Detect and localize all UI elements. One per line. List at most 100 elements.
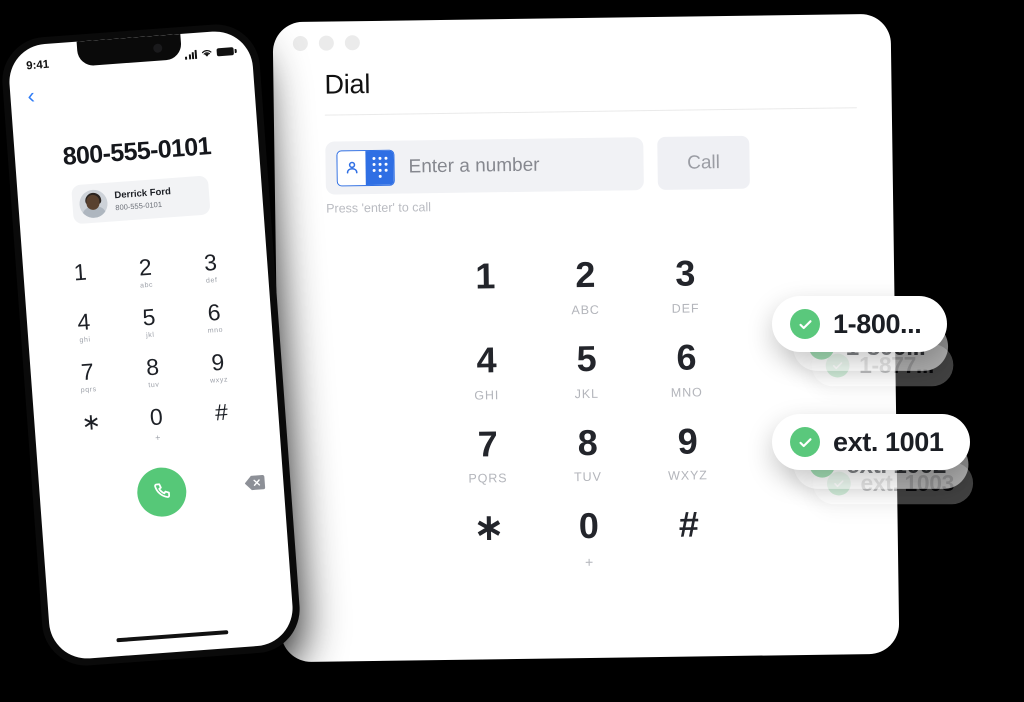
phone-key-6[interactable]: 6 mno [181,298,249,339]
avatar [77,188,108,219]
keypad-key-8[interactable]: 8 TUV [537,421,638,485]
key-digit: 1 [475,255,496,297]
keypad-key-star[interactable]: ∗ [438,506,539,570]
notification-pill-stack-numbers: 1-877... 1-800... 1-800... [772,296,1022,416]
key-digit: 3 [675,252,696,294]
key-letters: ABC [571,302,600,317]
notification-pill-label: 1-800... [833,308,922,339]
keypad-key-5[interactable]: 5 JKL [536,338,637,401]
key-letters [49,285,115,299]
key-letters: + [154,432,161,443]
phone-key-3[interactable]: 3 def [177,248,245,289]
key-letters: pqrs [80,386,98,395]
home-indicator [116,630,229,643]
key-digit: 9 [677,420,698,462]
wifi-icon [201,50,212,57]
status-icons [185,46,235,60]
key-digit: 0 [148,403,164,431]
keypad-key-2[interactable]: 2 ABC [535,253,636,317]
key-digit: 0 [578,505,599,547]
front-camera-icon [152,43,163,54]
window-maximize-button[interactable] [344,34,360,50]
phone-key-8[interactable]: 8 tuv [119,353,187,394]
keypad-key-1[interactable]: 1 [435,255,536,319]
mobile-phone-mockup: 9:41 ‹ 800-555-0101 Derrick Ford 800-555… [0,21,303,669]
enter-to-call-hint: Press 'enter' to call [326,200,432,216]
phone-key-1[interactable]: 1 [47,258,115,299]
keypad-key-6[interactable]: 6 MNO [636,336,737,400]
key-letters [190,425,256,439]
key-digit: ∗ [473,506,504,548]
key-digit: 8 [577,421,598,463]
key-digit: 8 [145,353,160,381]
key-letters: abc [139,281,154,290]
key-digit: 7 [80,358,95,386]
phone-key-hash[interactable]: # [188,398,256,439]
key-digit: 6 [206,298,222,326]
input-mode-toggle[interactable] [336,149,395,186]
dialed-number-display: 800-555-0101 [61,132,212,171]
window-close-button[interactable] [292,35,308,51]
key-letters: PQRS [468,471,508,487]
key-letters: TUV [573,470,602,485]
key-letters: JKL [574,386,599,401]
check-circle-icon [790,427,820,457]
contact-suggestion-card[interactable]: Derrick Ford 800-555-0101 [70,175,211,225]
phone-key-4[interactable]: 4 ghi [50,308,118,349]
key-digit: 2 [137,253,153,281]
key-letters: DEF [671,301,700,316]
notification-pill-label: ext. 1001 [833,426,944,457]
phone-screen: 9:41 ‹ 800-555-0101 Derrick Ford 800-555… [6,28,296,662]
contact-details: Derrick Ford 800-555-0101 [114,186,172,213]
key-digit: 2 [575,253,596,296]
keypad-key-4[interactable]: 4 GHI [436,339,537,403]
backspace-delete-icon[interactable] [244,474,266,491]
phone-action-row [62,460,266,526]
key-digit: 9 [210,349,226,376]
key-letters: tuv [148,381,160,390]
desktop-keypad: 1 2 ABC 3 DEF 4 GHI 5 JKL 6 MNO 7 PQRS 8… [435,252,739,571]
key-letters [60,435,126,449]
number-input-field[interactable]: Enter a number [325,137,644,195]
key-letters: mno [207,326,224,336]
number-input-placeholder: Enter a number [408,154,540,177]
composition-stage: Dial Enter a number Call Press 'enter' t… [0,0,1024,702]
key-letters: wxyz [209,376,229,386]
key-digit: 7 [477,422,498,465]
keypad-key-hash[interactable]: # [638,503,739,567]
phone-keypad: 1 2 abc 3 def 4 ghi 5 jkl 6 mno 7 pqrs 8… [47,248,256,448]
status-time: 9:41 [25,58,50,73]
call-button[interactable]: Call [657,135,750,190]
keypad-key-0[interactable]: 0 + [538,505,639,571]
key-digit: ∗ [80,408,102,436]
dial-input-row: Enter a number Call [307,134,860,195]
key-digit: # [678,503,699,546]
notification-pill-number[interactable]: 1-800... [772,296,948,352]
phone-key-star[interactable]: ∗ [58,408,126,449]
contact-person-icon[interactable] [337,150,366,185]
key-digit: 4 [76,308,92,336]
key-letters: + [584,554,594,571]
phone-handset-icon[interactable] [135,465,188,518]
window-minimize-button[interactable] [318,34,334,51]
key-letters: MNO [670,384,703,400]
notification-pill-extension[interactable]: ext. 1001 [772,414,970,470]
keypad-key-3[interactable]: 3 DEF [635,252,736,316]
key-letters: GHI [474,387,500,403]
key-letters [639,552,739,567]
signal-bars-icon [185,49,198,60]
keypad-dots-icon[interactable] [365,150,394,185]
phone-key-0[interactable]: 0 + [123,403,191,444]
phone-key-9[interactable]: 9 wxyz [184,348,252,389]
phone-key-7[interactable]: 7 pqrs [54,358,122,399]
phone-key-5[interactable]: 5 jkl [115,303,183,344]
keypad-key-9[interactable]: 9 WXYZ [637,420,738,483]
key-letters: def [205,277,218,285]
phone-key-2[interactable]: 2 abc [112,253,180,294]
key-digit: 3 [203,248,218,276]
key-letters [436,303,536,318]
key-letters [439,555,539,570]
page-title: Dial [324,68,371,100]
keypad-key-7[interactable]: 7 PQRS [437,422,538,487]
key-letters: ghi [79,336,91,345]
